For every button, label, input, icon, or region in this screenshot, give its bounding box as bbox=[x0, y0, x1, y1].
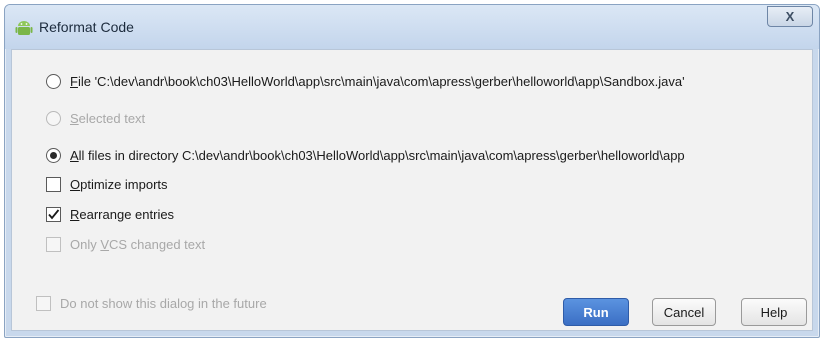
reformat-code-dialog: Reformat Code X File 'C:\dev\andr\book\c… bbox=[4, 4, 820, 338]
checkbox-rearrange-entries-option[interactable]: Rearrange entries bbox=[46, 204, 174, 224]
radio-selected-text-option: Selected text bbox=[46, 108, 145, 128]
checkbox-do-not-show-label: Do not show this dialog in the future bbox=[60, 295, 267, 311]
radio-file-option[interactable]: File 'C:\dev\andr\book\ch03\HelloWorld\a… bbox=[46, 71, 685, 91]
checkbox-only-vcs bbox=[46, 236, 61, 252]
check-icon bbox=[48, 208, 60, 219]
checkbox-do-not-show bbox=[36, 295, 51, 311]
radio-selected-text bbox=[46, 110, 61, 126]
checkbox-optimize-imports-option[interactable]: Optimize imports bbox=[46, 174, 168, 194]
checkbox-only-vcs-label: Only VCS changed text bbox=[70, 236, 206, 252]
radio-all-files-option[interactable]: All files in directory C:\dev\andr\book\… bbox=[46, 145, 685, 165]
close-button[interactable]: X bbox=[767, 6, 813, 27]
radio-all-files[interactable] bbox=[46, 147, 61, 163]
radio-file-label: File 'C:\dev\andr\book\ch03\HelloWorld\a… bbox=[70, 73, 685, 89]
run-button[interactable]: Run bbox=[563, 298, 629, 326]
checkbox-rearrange-entries[interactable] bbox=[46, 206, 61, 222]
dialog-title: Reformat Code bbox=[39, 19, 134, 35]
close-icon: X bbox=[785, 9, 795, 24]
checkbox-only-vcs-option: Only VCS changed text bbox=[46, 234, 205, 254]
checkbox-optimize-imports-label: Optimize imports bbox=[70, 176, 168, 192]
checkbox-rearrange-entries-label: Rearrange entries bbox=[70, 206, 175, 222]
checkbox-do-not-show-option: Do not show this dialog in the future bbox=[36, 293, 267, 313]
radio-all-files-label: All files in directory C:\dev\andr\book\… bbox=[70, 147, 685, 163]
radio-selected-text-label: Selected text bbox=[70, 110, 146, 126]
title-bar[interactable]: Reformat Code X bbox=[5, 5, 819, 49]
cancel-button[interactable]: Cancel bbox=[652, 298, 716, 326]
android-icon bbox=[15, 19, 33, 37]
dialog-body: File 'C:\dev\andr\book\ch03\HelloWorld\a… bbox=[11, 49, 813, 331]
checkbox-optimize-imports[interactable] bbox=[46, 176, 61, 192]
radio-file[interactable] bbox=[46, 73, 61, 89]
help-button[interactable]: Help bbox=[741, 298, 807, 326]
